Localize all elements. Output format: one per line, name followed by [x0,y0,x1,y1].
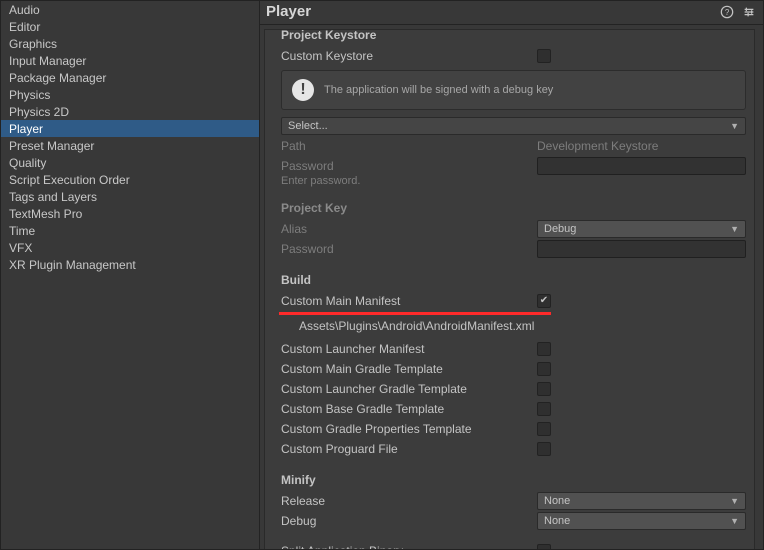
sidebar-item-textmesh-pro[interactable]: TextMesh Pro [1,205,259,222]
info-icon: ! [292,79,314,101]
checkbox-custom-proguard[interactable] [537,442,551,456]
dropdown-alias[interactable]: Debug ▼ [537,220,746,238]
sidebar-item-physics[interactable]: Physics [1,86,259,103]
dropdown-minify-release-value: None [544,495,570,507]
label-projectkey-password: Password [281,241,537,257]
panel-header: Player ? [260,1,763,25]
settings-category-list: Audio Editor Graphics Input Manager Pack… [1,1,259,549]
checkbox-custom-base-gradle[interactable] [537,402,551,416]
help-icon[interactable]: ? [719,4,735,20]
dropdown-minify-debug[interactable]: None ▼ [537,512,746,530]
label-keystore-path: Path [281,138,537,154]
label-split-application-binary: Split Application Binary [281,543,537,549]
label-minify-debug: Debug [281,513,537,529]
sidebar-item-preset-manager[interactable]: Preset Manager [1,137,259,154]
section-project-keystore: Project Keystore [281,28,746,42]
checkbox-custom-keystore[interactable] [537,49,551,63]
sidebar-item-package-manager[interactable]: Package Manager [1,69,259,86]
checkbox-custom-launcher-manifest[interactable] [537,342,551,356]
label-custom-keystore: Custom Keystore [281,48,537,64]
checkbox-custom-main-manifest[interactable] [537,294,551,308]
value-keystore-path: Development Keystore [537,139,658,153]
dropdown-alias-value: Debug [544,223,576,235]
label-custom-launcher-manifest: Custom Launcher Manifest [281,341,537,357]
settings-icon[interactable] [741,4,757,20]
chevron-down-icon: ▼ [730,224,739,234]
svg-text:?: ? [725,8,730,17]
dropdown-keystore-select-label: Select... [288,120,328,132]
sidebar-item-vfx[interactable]: VFX [1,239,259,256]
label-custom-proguard: Custom Proguard File [281,441,537,457]
checkbox-split-application-binary[interactable] [537,544,551,549]
checkbox-custom-launcher-gradle[interactable] [537,382,551,396]
info-text: The application will be signed with a de… [324,84,553,96]
section-minify: Minify [281,473,746,487]
input-keystore-password[interactable] [537,157,746,175]
chevron-down-icon: ▼ [730,516,739,526]
hint-keystore-password: Enter password. [281,175,746,187]
sidebar-item-graphics[interactable]: Graphics [1,35,259,52]
input-projectkey-password[interactable] [537,240,746,258]
checkbox-custom-gradle-properties[interactable] [537,422,551,436]
chevron-down-icon: ▼ [730,496,739,506]
label-minify-release: Release [281,493,537,509]
sidebar-item-script-execution-order[interactable]: Script Execution Order [1,171,259,188]
sidebar-item-xr-plugin-management[interactable]: XR Plugin Management [1,256,259,273]
sidebar-item-editor[interactable]: Editor [1,18,259,35]
label-custom-base-gradle: Custom Base Gradle Template [281,401,537,417]
info-debug-key: ! The application will be signed with a … [281,70,746,110]
label-alias: Alias [281,221,537,237]
sidebar-item-input-manager[interactable]: Input Manager [1,52,259,69]
value-manifest-path: Assets\Plugins\Android\AndroidManifest.x… [281,311,746,339]
checkbox-custom-main-gradle[interactable] [537,362,551,376]
sidebar-item-tags-and-layers[interactable]: Tags and Layers [1,188,259,205]
chevron-down-icon: ▼ [730,121,739,131]
section-project-key: Project Key [281,201,746,215]
dropdown-minify-debug-value: None [544,515,570,527]
dropdown-keystore-select[interactable]: Select... ▼ [281,117,746,135]
dropdown-minify-release[interactable]: None ▼ [537,492,746,510]
label-custom-launcher-gradle: Custom Launcher Gradle Template [281,381,537,397]
sidebar-item-time[interactable]: Time [1,222,259,239]
label-custom-main-gradle: Custom Main Gradle Template [281,361,537,377]
label-custom-gradle-properties: Custom Gradle Properties Template [281,421,537,437]
sidebar-item-player[interactable]: Player [1,120,259,137]
page-title: Player [266,3,719,20]
section-build: Build [281,273,746,287]
label-keystore-password: Password [281,158,537,174]
sidebar-item-quality[interactable]: Quality [1,154,259,171]
label-custom-main-manifest: Custom Main Manifest [281,293,537,309]
sidebar-item-physics-2d[interactable]: Physics 2D [1,103,259,120]
sidebar-item-audio[interactable]: Audio [1,1,259,18]
